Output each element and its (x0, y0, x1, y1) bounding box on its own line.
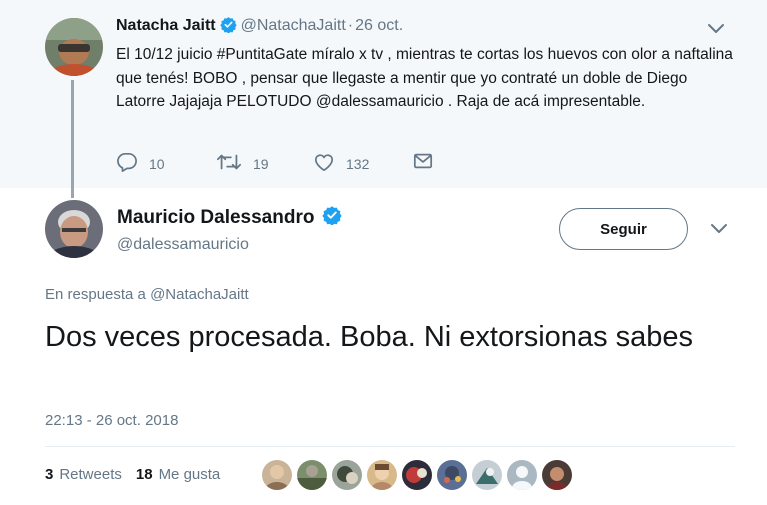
retweets-label: Retweets (59, 466, 122, 483)
main-author-name-row: Mauricio Dalessandro (117, 205, 346, 231)
like-icon (313, 152, 346, 175)
likes-stat[interactable]: 18 Me gusta (136, 466, 220, 483)
main-author-handle[interactable]: @dalessamauricio (117, 236, 249, 254)
tweet-timestamp[interactable]: 22:13 - 26 oct. 2018 (45, 412, 178, 429)
header-separator: · (347, 17, 354, 34)
liker-avatar[interactable] (472, 460, 502, 490)
chevron-down-icon[interactable] (706, 22, 726, 41)
verified-badge-icon (322, 205, 343, 231)
likes-count: 18 (135, 466, 153, 483)
reply-to-mention[interactable]: @NatachaJaitt (150, 286, 249, 303)
divider (45, 446, 735, 447)
verified-badge-icon (219, 16, 237, 38)
main-author-name[interactable]: Mauricio Dalessandro (117, 207, 314, 229)
liker-avatar[interactable] (507, 460, 537, 490)
reply-count: 10 (149, 155, 165, 172)
direct-message-button[interactable] (413, 152, 444, 173)
retweets-count: 3 (45, 466, 54, 483)
parent-tweet[interactable]: Natacha Jaitt @NatachaJaitt · 26 oct. El 10… (0, 0, 767, 188)
reply-button[interactable]: 10 (116, 152, 165, 175)
direct-message-icon (413, 152, 444, 173)
chevron-down-icon[interactable] (709, 222, 729, 241)
liker-avatar[interactable] (437, 460, 467, 490)
parent-author-handle[interactable]: @NatachaJaitt (241, 17, 346, 34)
likers-avatars (262, 460, 577, 490)
parent-author-name[interactable]: Natacha Jaitt (116, 17, 216, 34)
liker-avatar[interactable] (297, 460, 327, 490)
retweets-stat[interactable]: 3 Retweets (45, 466, 122, 483)
reply-icon (116, 152, 149, 175)
liker-avatar[interactable] (262, 460, 292, 490)
retweet-icon (216, 152, 253, 175)
liker-avatar[interactable] (332, 460, 362, 490)
tweet-stats: 3 Retweets 18 Me gusta (45, 466, 220, 483)
parent-tweet-text: El 10/12 juicio #PuntitaGate míralo x tv… (116, 46, 733, 110)
like-count: 132 (346, 155, 370, 172)
reply-context: En respuesta a @NatachaJaitt (45, 286, 249, 303)
parent-tweet-date[interactable]: 26 oct. (355, 17, 403, 34)
parent-tweet-actions: 10 19 132 (116, 152, 456, 178)
liker-avatar[interactable] (402, 460, 432, 490)
main-tweet-text: Dos veces procesada. Boba. Ni extorsiona… (45, 321, 694, 353)
retweet-button[interactable]: 19 (216, 152, 269, 175)
retweet-count: 19 (253, 155, 269, 172)
thread-connector-line (71, 80, 74, 198)
main-author-avatar[interactable] (45, 200, 103, 258)
like-button[interactable]: 132 (313, 152, 369, 175)
liker-avatar[interactable] (367, 460, 397, 490)
reply-to-prefix: En respuesta a (45, 286, 146, 303)
parent-author-avatar[interactable] (45, 18, 103, 76)
likes-label: Me gusta (158, 466, 221, 483)
liker-avatar[interactable] (542, 460, 572, 490)
parent-tweet-header: Natacha Jaitt @NatachaJaitt · 26 oct. (116, 16, 403, 38)
follow-button[interactable]: Seguir (559, 208, 688, 250)
